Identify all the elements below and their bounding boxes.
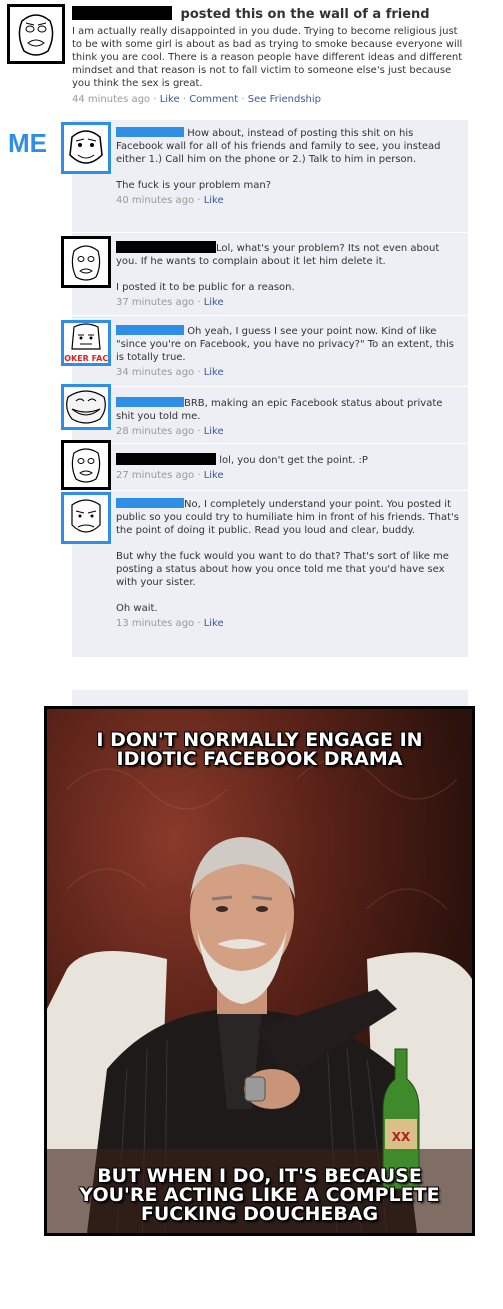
- comment-box-empty: [72, 690, 468, 706]
- beer-label-text: XX: [392, 1130, 411, 1144]
- me-label: ME: [8, 128, 47, 158]
- commenter-avatar[interactable]: [61, 492, 111, 544]
- poker-face-icon: POKER FACE: [64, 323, 108, 363]
- commenter-avatar[interactable]: POKER FACE: [61, 320, 111, 366]
- post-meta: 44 minutes ago · Like · Comment · See Fr…: [72, 94, 321, 105]
- comment-time: 40 minutes ago: [116, 195, 195, 206]
- commenter-avatar[interactable]: [61, 384, 111, 430]
- comment-time: 28 minutes ago: [116, 426, 195, 437]
- comment-time: 34 minutes ago: [116, 367, 195, 378]
- comment-text: lol, you don't get the point. :P: [219, 455, 368, 466]
- comment-content: No, I completely understand your point. …: [116, 498, 461, 630]
- comment-like-link[interactable]: Like: [204, 470, 224, 481]
- redacted-name-me: [116, 325, 184, 335]
- comment-content: Oh yeah, I guess I see your point now. K…: [116, 325, 454, 378]
- comment-like-link[interactable]: Like: [204, 426, 224, 437]
- redacted-name-me: [116, 127, 184, 137]
- comment-like-link[interactable]: Like: [204, 195, 224, 206]
- post-time: 44 minutes ago: [72, 94, 151, 105]
- comment-text: The fuck is your problem man?: [116, 180, 272, 191]
- post-header: posted this on the wall of a friend: [72, 6, 472, 22]
- see-friendship-link[interactable]: See Friendship: [248, 94, 321, 105]
- comment-text: Oh wait.: [116, 603, 158, 614]
- comment-time: 13 minutes ago: [116, 618, 195, 629]
- meme-top-text: I DON'T NORMALLY ENGAGE IN IDIOTIC FACEB…: [96, 729, 423, 770]
- fuck-that-face-icon: [71, 499, 101, 533]
- original-poster-avatar[interactable]: [7, 4, 65, 64]
- meme-image: XX I DON'T NORMALLY ENGAGE IN IDIOTIC FA…: [44, 706, 475, 1236]
- redacted-name: [116, 453, 216, 465]
- comment-like-link[interactable]: Like: [204, 618, 224, 629]
- rage-face-icon: [71, 448, 101, 483]
- most-interesting-man-illustration: XX: [47, 758, 472, 1233]
- commenter-avatar[interactable]: [61, 440, 111, 490]
- comment-link[interactable]: Comment: [189, 94, 238, 105]
- trollface-icon: [66, 390, 106, 424]
- like-link[interactable]: Like: [160, 94, 180, 105]
- comment-text: But why the fuck would you want to do th…: [116, 551, 449, 588]
- comment-time: 27 minutes ago: [116, 470, 195, 481]
- redacted-name: [116, 241, 216, 253]
- post-body: I am actually really disappointed in you…: [72, 26, 463, 89]
- yao-ming-face-icon: [69, 130, 103, 164]
- commenter-avatar[interactable]: [61, 236, 111, 288]
- commenter-avatar[interactable]: [61, 122, 111, 174]
- comment-text: I posted it to be public for a reason.: [116, 282, 295, 293]
- comment-like-link[interactable]: Like: [204, 297, 224, 308]
- comment-content: How about, instead of posting this shit …: [116, 127, 461, 207]
- poker-face-caption: POKER FACE: [64, 354, 108, 363]
- comment-content: Lol, what's your problem? Its not even a…: [116, 241, 461, 309]
- comment-like-link[interactable]: Like: [204, 367, 224, 378]
- redacted-name-me: [116, 397, 184, 407]
- rage-face-icon: [71, 245, 101, 281]
- meme-bottom-text: BUT WHEN I DO, IT'S BECAUSE YOU'RE ACTIN…: [79, 1165, 440, 1225]
- post-heading: posted this on the wall of a friend: [180, 7, 430, 22]
- comment-content: lol, you don't get the point. :P 27 minu…: [116, 453, 368, 481]
- redacted-name-me: [116, 498, 184, 508]
- redacted-name: [72, 6, 172, 20]
- rage-face-icon: [18, 14, 54, 56]
- comment-content: BRB, making an epic Facebook status abou…: [116, 397, 443, 437]
- comment-time: 37 minutes ago: [116, 297, 195, 308]
